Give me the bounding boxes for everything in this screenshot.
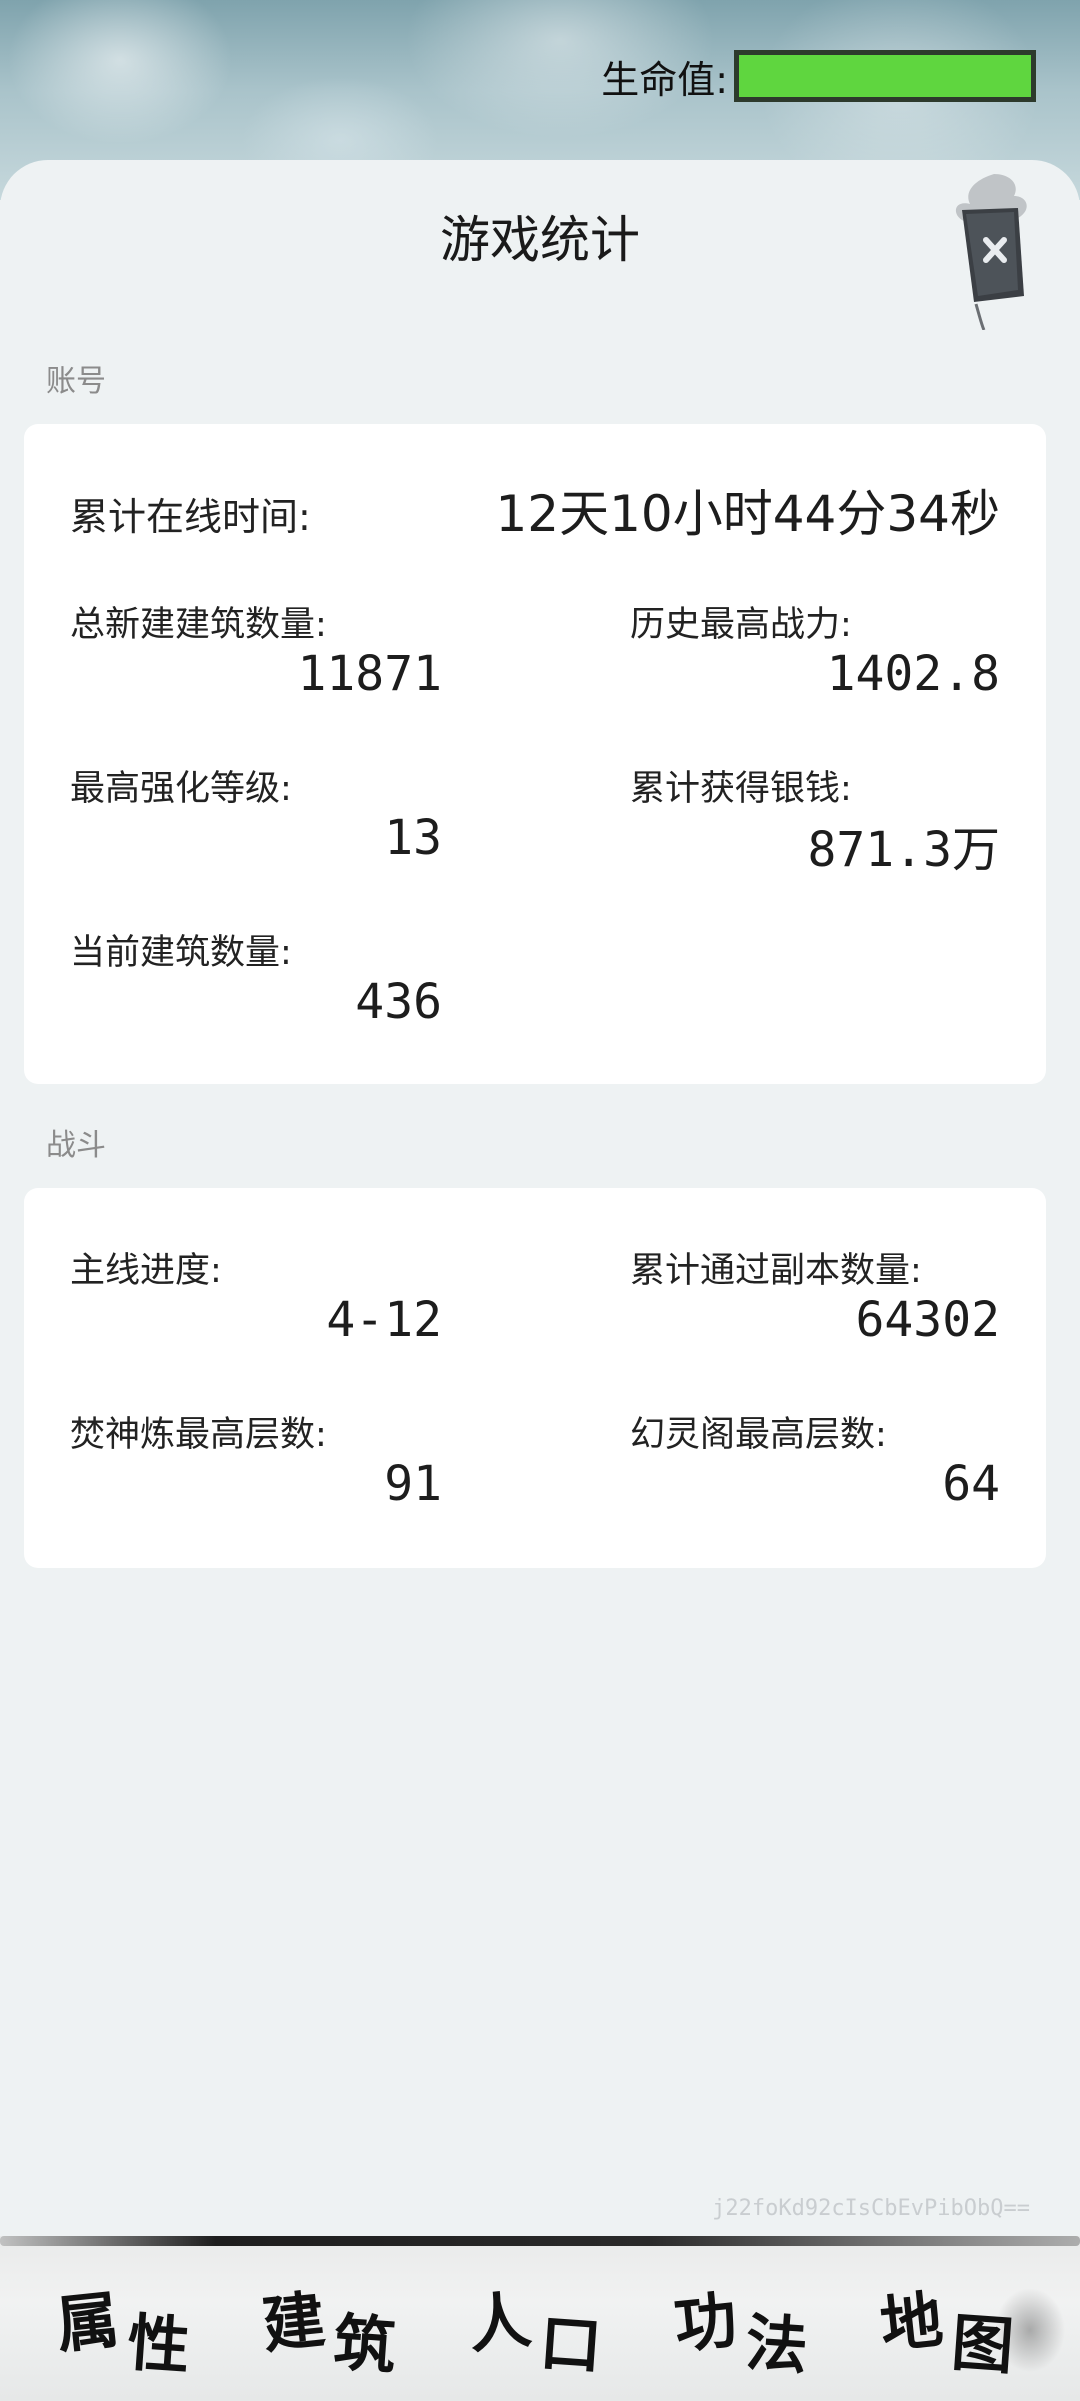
- nav-attributes[interactable]: 属 性: [53, 2272, 206, 2383]
- stat-value-total-silver: 871.3万: [807, 822, 1001, 878]
- stat-label-total-buildings: 总新建建筑数量:: [70, 605, 327, 645]
- online-time-value: 12天10小时44分34秒: [495, 485, 1001, 543]
- nav-attributes-char2: 性: [125, 2305, 193, 2384]
- watermark-id: j22foKd92cIsCbEvPibObQ==: [712, 2196, 1030, 2221]
- stat-label-huanlingge-floor: 幻灵阁最高层数:: [630, 1415, 887, 1455]
- panel-title: 游戏统计: [440, 211, 640, 269]
- nav-techniques-char2: 法: [743, 2305, 811, 2384]
- hp-label: 生命值:: [601, 57, 728, 102]
- stat-value-max-enhance: 13: [384, 810, 442, 866]
- battle-stats-card: 主线进度: 4-12 累计通过副本数量: 64302 焚神炼最高层数: 91 幻…: [24, 1188, 1046, 1568]
- nav-population-char2: 口: [537, 2305, 605, 2384]
- nav-map[interactable]: 地 图: [877, 2272, 1030, 2383]
- stat-value-highest-power: 1402.8: [826, 646, 1000, 702]
- ink-divider: [0, 2236, 1080, 2246]
- hp-bar-fill: [739, 55, 1031, 97]
- stat-value-current-buildings: 436: [355, 974, 442, 1030]
- nav-buildings-char1: 建: [258, 2282, 329, 2363]
- stat-label-highest-power: 历史最高战力:: [630, 605, 852, 645]
- stat-value-fenshenlian-floor: 91: [384, 1456, 442, 1512]
- stat-value-main-progress: 4-12: [326, 1292, 442, 1348]
- nav-population-char1: 人: [464, 2282, 535, 2363]
- stat-label-max-enhance: 最高强化等级:: [70, 769, 292, 809]
- stat-value-huanlingge-floor: 64: [942, 1456, 1000, 1512]
- stat-label-dungeons-cleared: 累计通过副本数量:: [630, 1251, 922, 1291]
- nav-attributes-char1: 属: [52, 2282, 123, 2363]
- close-icon: [955, 174, 1027, 331]
- nav-buildings[interactable]: 建 筑: [259, 2272, 412, 2383]
- stat-label-total-silver: 累计获得银钱:: [630, 769, 852, 809]
- stat-label-main-progress: 主线进度:: [70, 1251, 222, 1291]
- stat-value-dungeons-cleared: 64302: [855, 1292, 1001, 1348]
- stat-value-total-buildings: 11871: [297, 646, 443, 702]
- stat-label-fenshenlian-floor: 焚神炼最高层数:: [70, 1415, 327, 1455]
- nav-techniques[interactable]: 功 法: [671, 2272, 824, 2383]
- section-label-account: 账号: [46, 364, 106, 399]
- nav-buildings-char2: 筑: [331, 2305, 399, 2384]
- nav-techniques-char1: 功: [670, 2282, 741, 2363]
- nav-population[interactable]: 人 口: [465, 2272, 618, 2383]
- online-time-label: 累计在线时间:: [70, 495, 311, 539]
- close-button[interactable]: [934, 170, 1044, 331]
- nav-map-char1: 地: [876, 2282, 947, 2363]
- game-stats-panel: 游戏统计 账号 累计在线时间: 12天10小时44分34秒 总新建建筑数量: 1…: [0, 160, 1080, 2240]
- hp-bar: [734, 50, 1036, 102]
- hp-display: 生命值:: [601, 50, 1036, 102]
- nav-map-char2: 图: [949, 2305, 1017, 2384]
- account-stats-card: 累计在线时间: 12天10小时44分34秒 总新建建筑数量: 11871 历史最…: [24, 424, 1046, 1084]
- bottom-nav: 属 性 建 筑 人 口 功 法 地 图: [0, 2236, 1080, 2401]
- stat-label-current-buildings: 当前建筑数量:: [70, 933, 292, 973]
- section-label-battle: 战斗: [46, 1128, 106, 1163]
